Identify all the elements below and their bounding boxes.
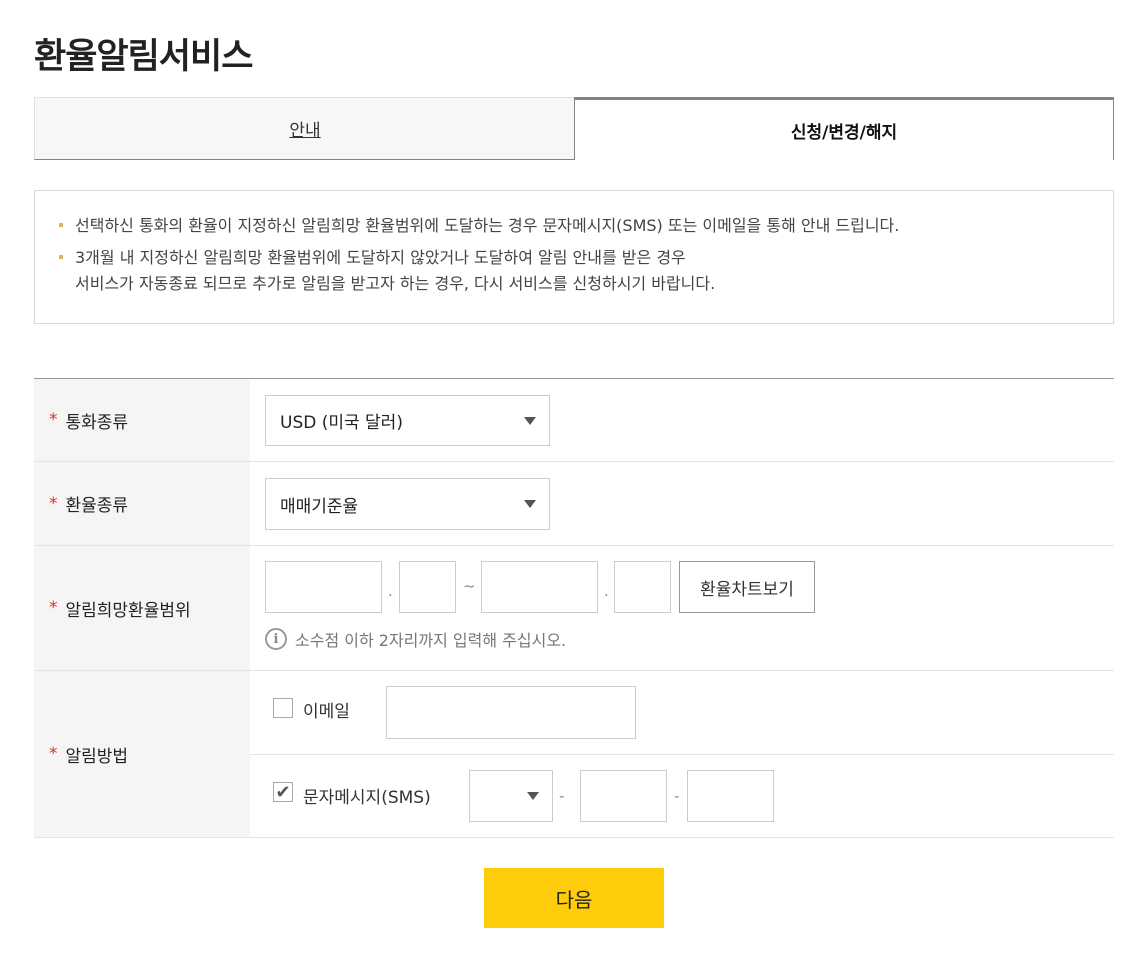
decimal-dot: . [388,582,393,600]
decimal-dot: . [604,582,609,600]
row-range: * 알림희망환율범위 . ~ . 환율차트보기 i 소수점 이하 2자리까지 입… [34,546,1114,671]
rate-type-select[interactable]: 매매기준율 [265,478,550,530]
range-label: 알림희망환율범위 [65,600,191,621]
currency-field-cell: USD (미국 달러) [250,379,1114,461]
method-sms-row: ✔ 문자메시지(SMS) - - [250,755,1114,837]
currency-select-value: USD (미국 달러) [280,413,403,433]
tab-info-label: 안내 [289,121,321,141]
method-label-cell: * 알림방법 [34,671,250,837]
phone-last-input[interactable] [687,770,774,822]
notice-item: 3개월 내 지정하신 알림희망 환율범위에 도달하지 않았거나 도달하여 알림 … [57,245,1113,297]
method-label: 알림방법 [65,746,129,767]
email-checkbox-label: 이메일 [303,702,350,722]
info-icon: i [265,628,287,650]
tab-apply[interactable]: 신청/변경/해지 [574,97,1114,160]
alert-form: * 통화종류 USD (미국 달러) * 환율종류 매매기준율 * 알림희망환율… [34,378,1114,838]
range-tilde: ~ [463,577,476,595]
notice-line: 서비스가 자동종료 되므로 추가로 알림을 받고자 하는 경우, 다시 서비스를… [75,274,716,293]
phone-middle-input[interactable] [580,770,667,822]
row-method: * 알림방법 이메일 ✔ 문자메시지(SMS) - - [34,671,1114,838]
range-label-cell: * 알림희망환율범위 [34,546,250,670]
method-email-row: 이메일 [250,671,1114,755]
notice-box: 선택하신 통화의 환율이 지정하신 알림희망 환율범위에 도달하는 경우 문자메… [34,190,1114,324]
phone-dash: - [559,787,565,805]
required-mark: * [49,598,58,618]
sms-checkbox-label: 문자메시지(SMS) [303,788,431,808]
rate-type-field-cell: 매매기준율 [250,462,1114,545]
chevron-down-icon [527,792,539,800]
phone-dash: - [674,787,680,805]
currency-select[interactable]: USD (미국 달러) [265,395,550,446]
email-checkbox[interactable] [273,698,293,718]
tab-bar: 안내 신청/변경/해지 [34,97,1114,160]
range-hint-text: 소수점 이하 2자리까지 입력해 주십시오. [295,631,567,650]
notice-line: 3개월 내 지정하신 알림희망 환율범위에 도달하지 않았거나 도달하여 알림 … [75,248,686,267]
email-input[interactable] [386,686,636,739]
method-field-cell: 이메일 ✔ 문자메시지(SMS) - - [250,671,1114,837]
row-rate-type: * 환율종류 매매기준율 [34,462,1114,546]
phone-prefix-select[interactable] [469,770,553,822]
sms-checkbox[interactable]: ✔ [273,781,293,803]
currency-label: 통화종류 [65,412,129,433]
chevron-down-icon [524,416,536,425]
range-hint: i 소수점 이하 2자리까지 입력해 주십시오. [265,627,566,651]
rate-type-select-value: 매매기준율 [280,496,359,517]
row-currency: * 통화종류 USD (미국 달러) [34,379,1114,462]
range-max-integer-input[interactable] [481,561,598,613]
required-mark: * [49,410,58,430]
checkmark-icon: ✔ [275,781,291,803]
notice-item: 선택하신 통화의 환율이 지정하신 알림희망 환율범위에 도달하는 경우 문자메… [57,213,1113,239]
next-button[interactable]: 다음 [484,868,664,928]
range-min-integer-input[interactable] [265,561,382,613]
tab-info[interactable]: 안내 [34,97,575,160]
rate-chart-button[interactable]: 환율차트보기 [679,561,815,613]
rate-type-label-cell: * 환율종류 [34,462,250,545]
rate-type-label: 환율종류 [65,496,129,516]
chevron-down-icon [524,500,536,508]
range-min-decimal-input[interactable] [399,561,456,613]
required-mark: * [49,493,58,514]
range-max-decimal-input[interactable] [614,561,671,613]
tab-apply-label: 신청/변경/해지 [790,122,898,143]
range-field-cell: . ~ . 환율차트보기 i 소수점 이하 2자리까지 입력해 주십시오. [250,546,1114,670]
page-title: 환율알림서비스 [34,37,253,77]
required-mark: * [49,744,58,764]
currency-label-cell: * 통화종류 [34,379,250,461]
